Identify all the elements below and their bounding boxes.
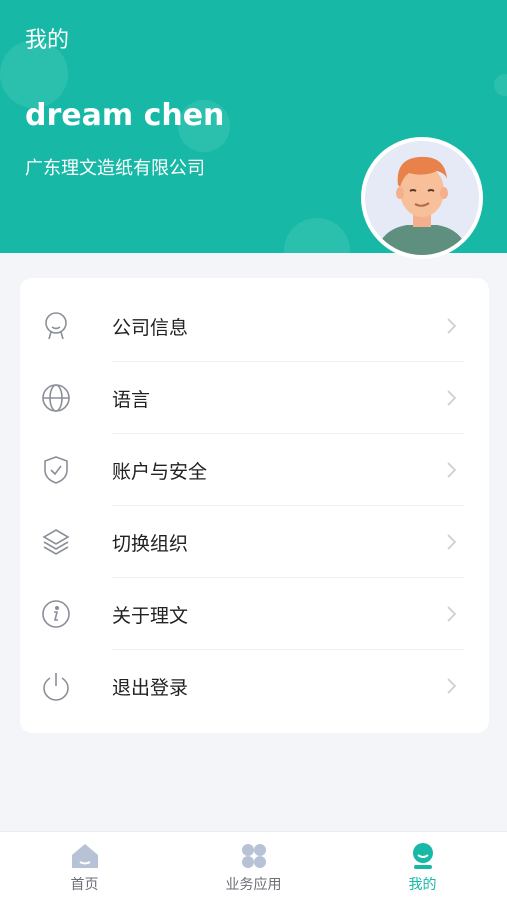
menu-item-switch-org[interactable]: 切换组织 xyxy=(20,506,489,578)
menu-item-about[interactable]: 关于理文 xyxy=(20,578,489,650)
tab-label: 业务应用 xyxy=(225,877,282,893)
settings-menu: 公司信息 语言 账户与安全 切换组织 关于理文 退出登录 xyxy=(20,278,489,733)
power-icon xyxy=(40,670,72,702)
menu-item-company-info[interactable]: 公司信息 xyxy=(20,290,489,362)
avatar-image xyxy=(365,141,479,255)
page-title: 我的 xyxy=(25,28,70,53)
menu-item-language[interactable]: 语言 xyxy=(20,362,489,434)
globe-icon xyxy=(40,382,72,414)
decor-bubble xyxy=(284,218,350,253)
chevron-right-icon xyxy=(447,534,457,550)
chevron-right-icon xyxy=(447,390,457,406)
tab-profile[interactable]: 我的 xyxy=(338,832,507,900)
shield-icon xyxy=(40,454,72,486)
avatar[interactable] xyxy=(361,137,483,259)
chevron-right-icon xyxy=(447,318,457,334)
menu-label: 公司信息 xyxy=(112,316,189,339)
menu-label: 语言 xyxy=(112,388,151,411)
layers-icon xyxy=(40,526,72,558)
menu-label: 账户与安全 xyxy=(112,460,208,483)
apps-icon xyxy=(239,842,269,870)
tab-home[interactable]: 首页 xyxy=(0,832,169,900)
menu-label: 切换组织 xyxy=(112,532,189,555)
home-icon xyxy=(70,842,100,870)
company-name: 广东理文造纸有限公司 xyxy=(25,158,205,179)
chevron-right-icon xyxy=(447,678,457,694)
decor-bubble xyxy=(494,74,507,96)
menu-label: 退出登录 xyxy=(112,676,189,699)
badge-icon xyxy=(40,310,72,342)
info-icon xyxy=(40,598,72,630)
profile-icon xyxy=(408,842,438,870)
user-name: dream chen xyxy=(25,98,225,133)
chevron-right-icon xyxy=(447,606,457,622)
menu-item-logout[interactable]: 退出登录 xyxy=(20,650,489,722)
bottom-tab-bar: 首页 业务应用 我的 xyxy=(0,831,507,900)
tab-business-apps[interactable]: 业务应用 xyxy=(169,832,338,900)
menu-item-account-security[interactable]: 账户与安全 xyxy=(20,434,489,506)
chevron-right-icon xyxy=(447,462,457,478)
menu-label: 关于理文 xyxy=(112,604,189,627)
tab-label: 首页 xyxy=(70,877,99,893)
tab-label: 我的 xyxy=(408,877,437,893)
